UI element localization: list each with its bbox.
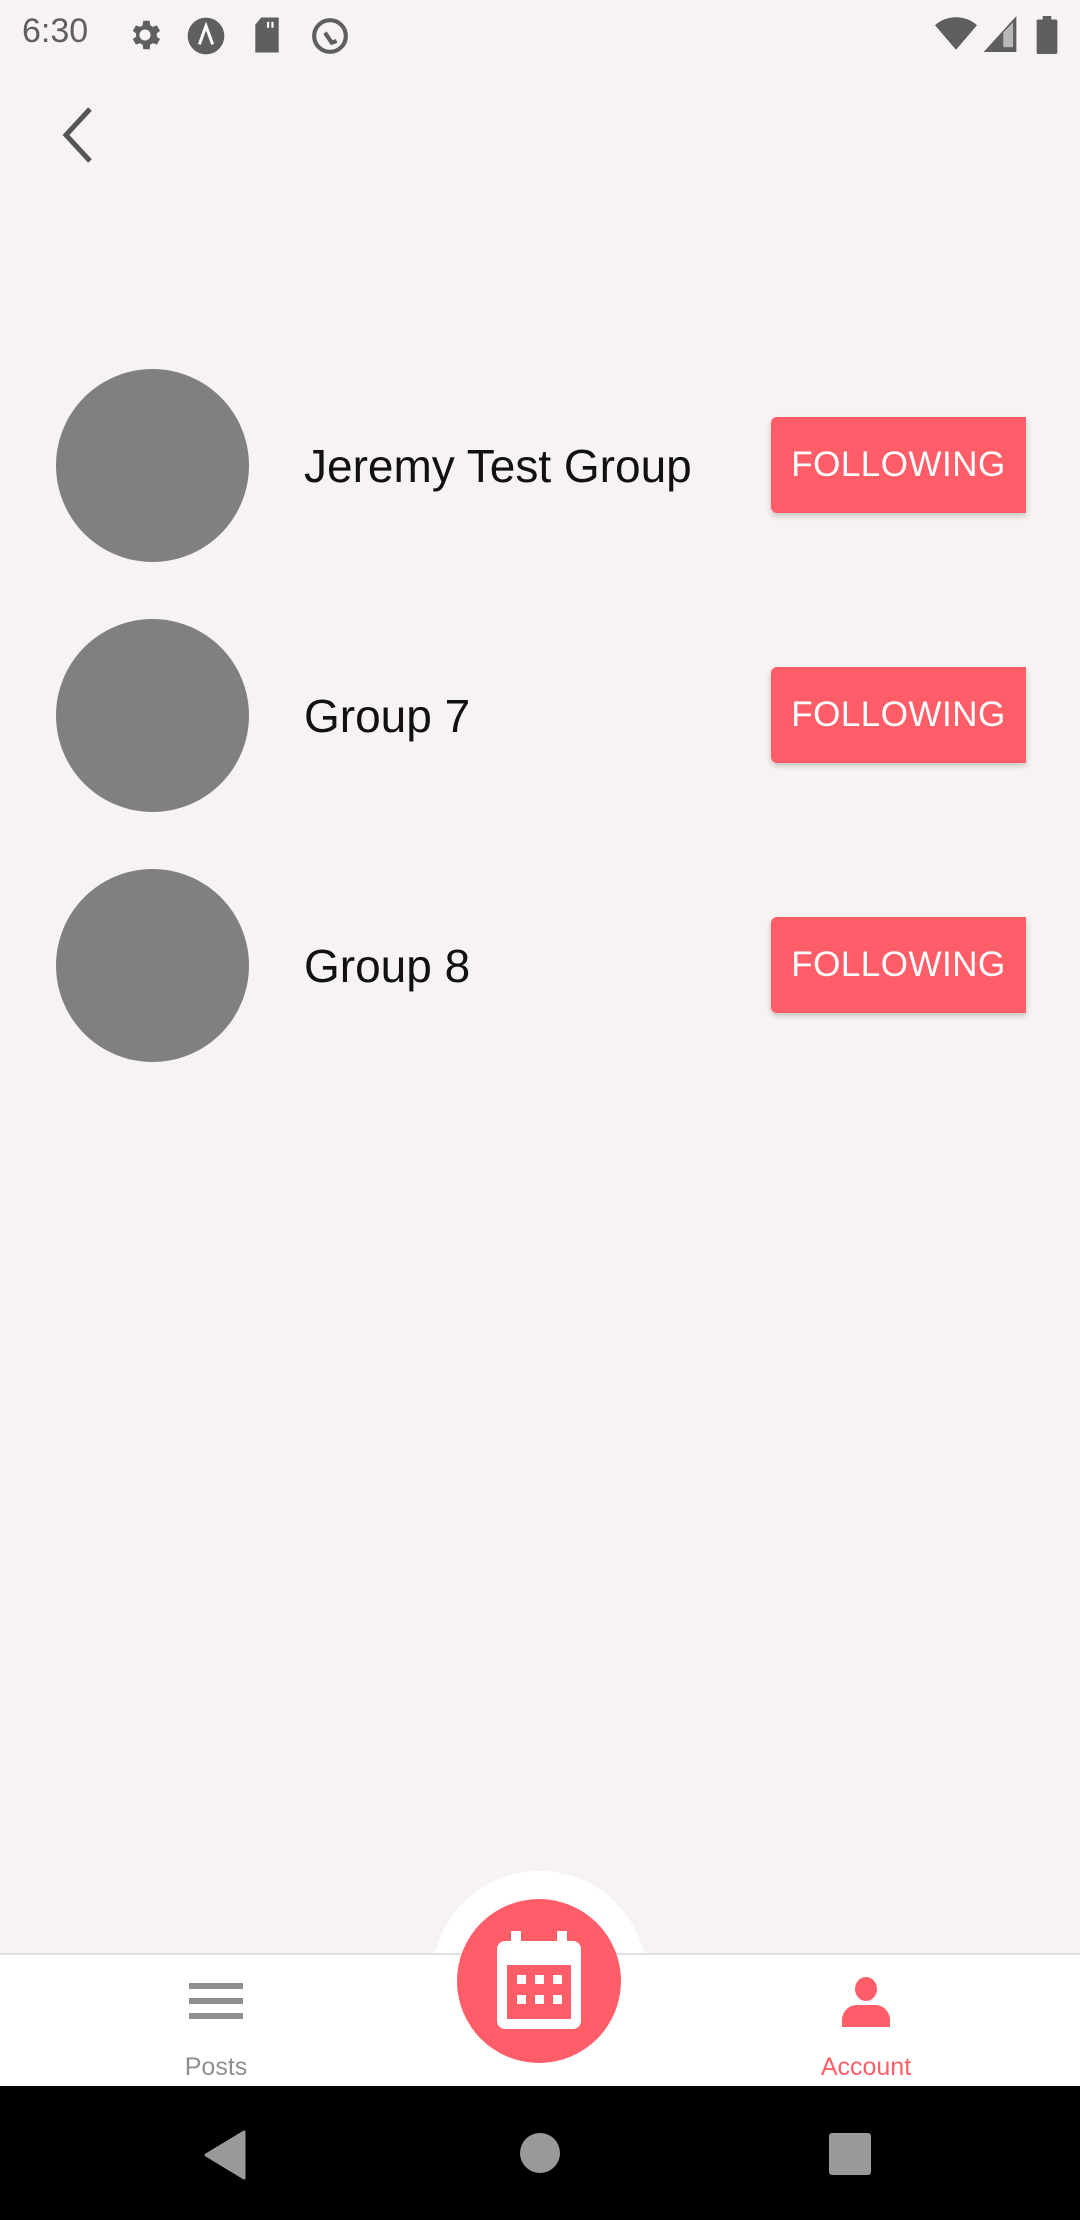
menu-icon: [189, 1983, 243, 2019]
at-sign-icon: [312, 18, 348, 54]
status-time: 6:30: [22, 12, 89, 50]
nav-back-icon[interactable]: [204, 2130, 246, 2180]
sd-card-icon: [255, 17, 279, 53]
tab-label: Posts: [184, 2053, 248, 2081]
chevron-left-icon: [62, 107, 92, 163]
system-nav-bar: [0, 2086, 1080, 2220]
group-row[interactable]: Jeremy Test Group FOLLOWING: [0, 369, 1080, 562]
group-row[interactable]: Group 8 FOLLOWING: [0, 869, 1080, 1062]
tab-posts[interactable]: Posts: [116, 1953, 316, 2086]
signal-icon: [983, 16, 1017, 52]
person-icon: [842, 1977, 890, 2027]
group-name: Group 8: [304, 940, 471, 992]
wifi-icon: [935, 17, 977, 50]
avatar: [56, 369, 249, 562]
status-bar: 6:30: [0, 0, 1080, 70]
group-name: Jeremy Test Group: [304, 440, 692, 492]
group-row[interactable]: Group 7 FOLLOWING: [0, 619, 1080, 812]
app-lambda-icon: [187, 17, 225, 55]
following-button[interactable]: FOLLOWING: [771, 917, 1026, 1013]
tab-account[interactable]: Account: [766, 1953, 966, 2086]
calendar-fab-button[interactable]: [457, 1899, 621, 2063]
following-button[interactable]: FOLLOWING: [771, 417, 1026, 513]
following-button[interactable]: FOLLOWING: [771, 667, 1026, 763]
back-button[interactable]: [58, 105, 118, 175]
battery-icon: [1036, 16, 1058, 54]
tab-label: Account: [820, 2053, 912, 2081]
avatar: [56, 869, 249, 1062]
group-name: Group 7: [304, 690, 471, 742]
nav-home-icon[interactable]: [519, 2132, 561, 2174]
avatar: [56, 619, 249, 812]
calendar-icon: [497, 1931, 581, 2029]
nav-recents-icon[interactable]: [829, 2133, 871, 2175]
gear-icon: [132, 20, 161, 50]
